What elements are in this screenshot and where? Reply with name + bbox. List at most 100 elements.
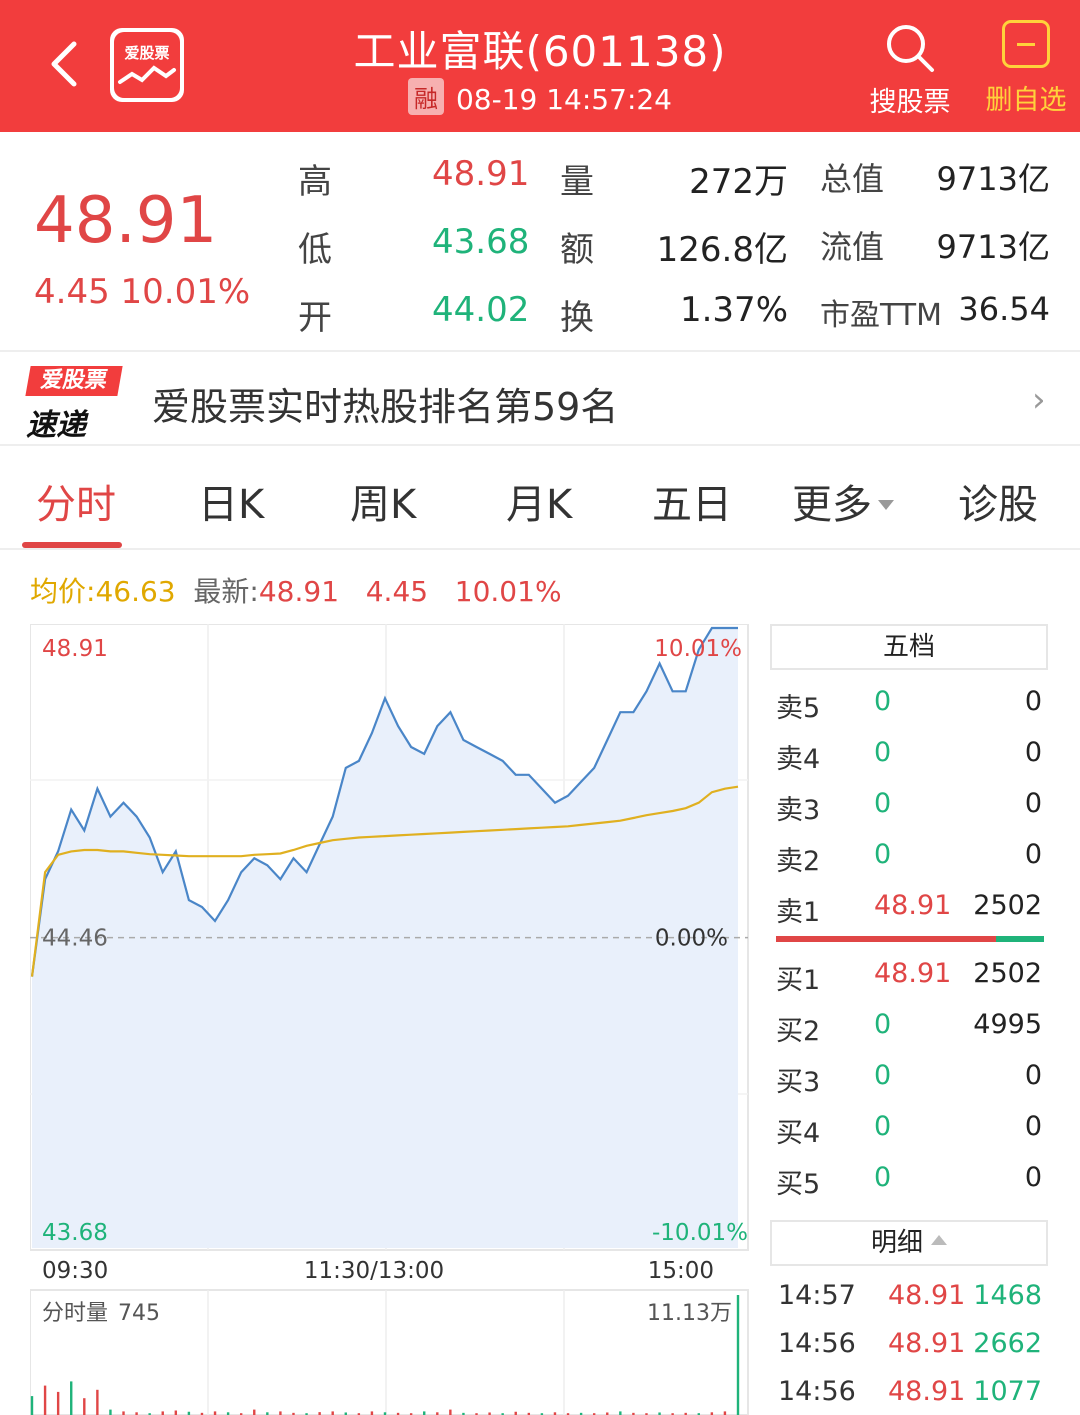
- tab-five-day[interactable]: 五日: [652, 472, 732, 530]
- tab-weekly-k[interactable]: 周K: [350, 472, 416, 530]
- volume-bar: [96, 1389, 99, 1415]
- chart-info-line: 均价:46.63 最新:48.91 4.45 10.01%: [30, 570, 562, 610]
- x-label-close: 15:00: [648, 1258, 714, 1284]
- bid-price: 48.91: [874, 958, 952, 989]
- ask-row: 卖4 0 0: [770, 737, 1048, 777]
- turnover-value: 1.37%: [679, 290, 788, 330]
- volume-label: 量: [560, 162, 594, 202]
- minus-square-icon: [1002, 20, 1050, 68]
- avg-price-value: 46.63: [95, 575, 176, 608]
- volume-bar: [723, 1411, 727, 1415]
- volume-bar: [174, 1410, 178, 1415]
- trade-time: 14:56: [778, 1376, 856, 1407]
- tab-diagnose[interactable]: 诊股: [958, 472, 1038, 530]
- volume-bar: [83, 1398, 86, 1415]
- remove-watchlist-button[interactable]: 删自选: [976, 20, 1076, 120]
- bid-label: 买4: [776, 1118, 821, 1149]
- tab-more[interactable]: 更多: [792, 472, 894, 530]
- top-bar: 爱股票 工业富联(601138) 融 08-19 14:57:24 搜股票 删自选: [0, 0, 1080, 132]
- bid-label: 买1: [776, 965, 821, 996]
- current-price: 48.91: [34, 184, 218, 258]
- back-button[interactable]: [38, 34, 98, 94]
- volume-bar: [619, 1411, 622, 1415]
- active-tab-indicator: [22, 542, 122, 548]
- tab-monthly-k[interactable]: 月K: [506, 472, 572, 530]
- volume-max-label: 11.13万: [647, 1301, 732, 1326]
- back-arrow-icon: [51, 41, 77, 87]
- volume-label: 分时量 745: [42, 1301, 160, 1326]
- volume-bar: [213, 1411, 217, 1415]
- volume-current: 745: [118, 1301, 160, 1326]
- volume-bar: [30, 1396, 34, 1415]
- x-label-midday: 11:30/13:00: [304, 1258, 444, 1284]
- chart-line-icon: [118, 65, 176, 84]
- ask-label: 卖3: [776, 795, 821, 826]
- ask-ratio: [776, 936, 996, 942]
- bid-volume: 0: [1024, 1060, 1042, 1091]
- turnover-label: 换: [560, 298, 594, 338]
- volume-bar: [109, 1409, 112, 1415]
- remove-watchlist-label: 删自选: [985, 85, 1067, 116]
- total-value: 9713亿: [936, 160, 1050, 198]
- bid-ratio: [996, 936, 1044, 942]
- ask-volume: 0: [1024, 737, 1042, 768]
- bid-price: 0: [874, 1009, 892, 1040]
- intraday-chart[interactable]: 48.91 44.46 43.68 10.01% 0.00% -10.01% 0…: [30, 624, 752, 1415]
- ask-label: 卖5: [776, 693, 821, 724]
- hot-rank-banner[interactable]: 爱股票 速递 爱股票实时热股排名第59名 ›: [0, 352, 1080, 446]
- float-value-label: 流值: [820, 228, 885, 266]
- volume-label-text: 分时量: [42, 1301, 108, 1326]
- ask-price: 0: [874, 788, 892, 819]
- volume-bar: [43, 1385, 47, 1415]
- tab-more-label: 更多: [792, 482, 872, 528]
- x-label-open: 09:30: [42, 1258, 108, 1284]
- tab-daily-k[interactable]: 日K: [198, 472, 264, 530]
- amount-label: 额: [560, 230, 594, 270]
- y-bottom-label: 43.68: [42, 1220, 108, 1246]
- high-value: 48.91: [432, 154, 530, 194]
- search-stock-label: 搜股票: [869, 87, 951, 118]
- chart-tabs: 分时 日K 周K 月K 五日 更多 诊股: [0, 446, 1080, 550]
- trade-price: 48.91: [888, 1280, 966, 1311]
- ask-row: 卖5 0 0: [770, 686, 1048, 726]
- open-label: 开: [298, 298, 332, 338]
- ask-volume: 0: [1024, 839, 1042, 870]
- pe-label: 市盈TTM: [820, 298, 943, 333]
- hot-rank-text: 爱股票实时热股排名第59名: [152, 385, 619, 429]
- pct-bottom-label: -10.01%: [652, 1220, 748, 1246]
- ask-volume: 0: [1024, 686, 1042, 717]
- volume-bar: [253, 1409, 256, 1415]
- bid-row: 买2 0 4995: [770, 1009, 1048, 1049]
- bid-label: 买5: [776, 1169, 821, 1200]
- info-change: 4.45: [365, 575, 429, 608]
- volume-bar: [70, 1381, 73, 1415]
- trade-volume: 2662: [973, 1328, 1042, 1359]
- margin-badge: 融: [407, 78, 444, 115]
- bid-row: 买3 0 0: [770, 1060, 1048, 1100]
- quote-panel: 48.91 4.45 10.01% 高 48.91 量 272万 总值 9713…: [0, 132, 1080, 352]
- tab-intraday[interactable]: 分时: [36, 472, 116, 530]
- open-value: 44.02: [432, 290, 530, 330]
- trade-volume: 1468: [973, 1280, 1042, 1311]
- change-percent: 10.01%: [120, 272, 251, 312]
- bid-label: 买3: [776, 1067, 821, 1098]
- bid-ask-ratio-bar: [776, 936, 1044, 942]
- float-value: 9713亿: [936, 228, 1050, 266]
- info-change-pct: 10.01%: [454, 575, 562, 608]
- details-tab[interactable]: 明细: [770, 1220, 1048, 1266]
- price-change: 4.45 10.01%: [34, 272, 250, 312]
- trade-volume: 1077: [973, 1376, 1042, 1407]
- order-book-tab[interactable]: 五档: [770, 624, 1048, 670]
- app-logo: 爱股票: [110, 28, 184, 102]
- caret-down-icon: [878, 500, 894, 510]
- total-value-label: 总值: [820, 160, 885, 198]
- avg-price-label: 均价:: [30, 575, 96, 608]
- trade-detail-row: 14:57 48.91 1468: [770, 1280, 1048, 1320]
- y-top-label: 48.91: [42, 636, 108, 662]
- trade-detail-row: 14:56 48.91 2662: [770, 1328, 1048, 1368]
- bid-volume: 2502: [973, 958, 1042, 989]
- low-value: 43.68: [432, 222, 530, 262]
- volume-bar: [370, 1411, 374, 1415]
- details-tab-label: 明细: [870, 1228, 923, 1258]
- search-stock-button[interactable]: 搜股票: [860, 20, 960, 120]
